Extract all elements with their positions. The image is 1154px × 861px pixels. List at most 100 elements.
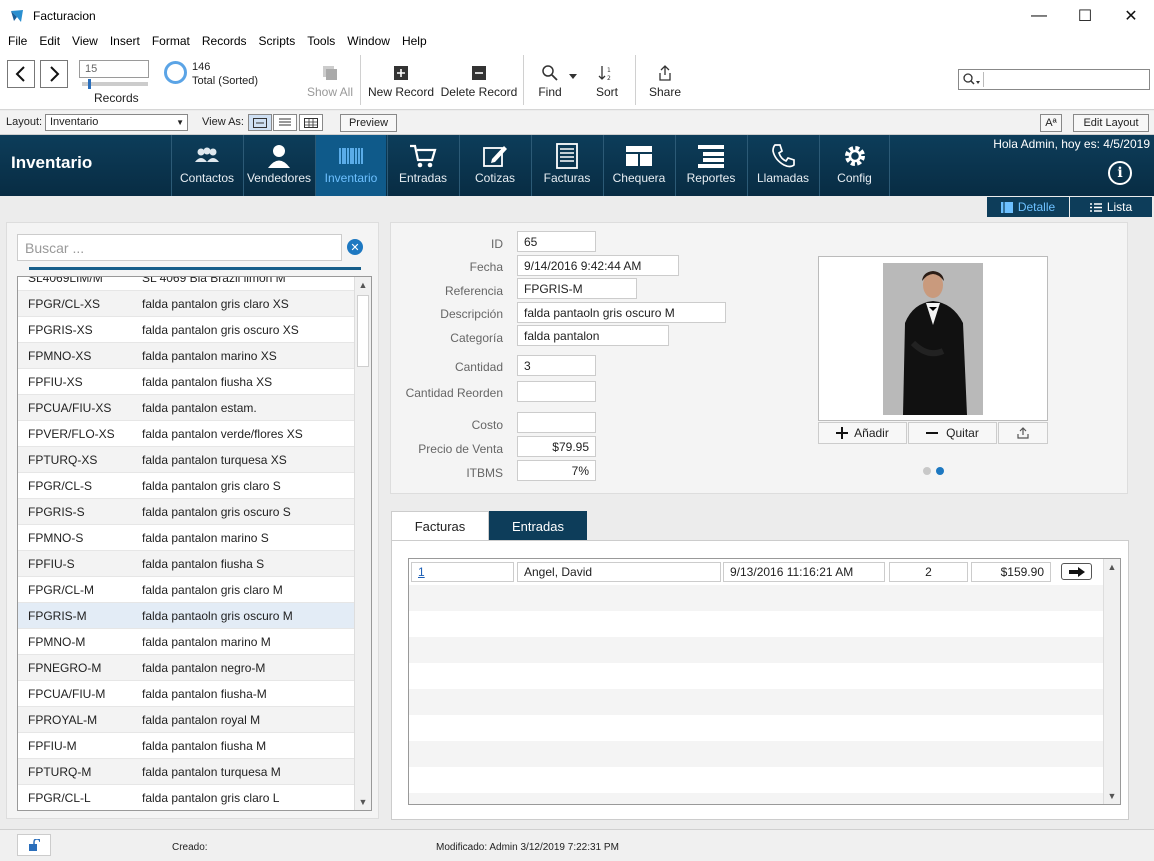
menu-records[interactable]: Records (196, 34, 253, 48)
add-photo-button[interactable]: Añadir (818, 422, 907, 444)
list-item[interactable]: FPGR/CL-S falda pantalon gris claro S (18, 473, 355, 499)
list-item[interactable]: FPCUA/FIU-XS falda pantalon estam. (18, 395, 355, 421)
tab-vendedores[interactable]: Vendedores (243, 135, 314, 196)
list-item[interactable]: FPFIU-M falda pantalon fiusha M (18, 733, 355, 759)
sort-button[interactable]: 12 Sort (590, 61, 624, 99)
slider-thumb[interactable] (88, 79, 91, 89)
list-item[interactable]: FPFIU-XS falda pantalon fiusha XS (18, 369, 355, 395)
list-item[interactable]: FPGR/CL-M falda pantalon gris claro M (18, 577, 355, 603)
scroll-down-icon[interactable]: ▼ (355, 794, 371, 810)
carousel-dot[interactable] (923, 467, 931, 475)
field-cantidad[interactable]: 3 (517, 355, 596, 376)
record-number-input[interactable]: 15 (79, 60, 149, 78)
tab-cotizas[interactable]: Cotizas (459, 135, 530, 196)
list-item[interactable]: FPGRIS-XS falda pantalon gris oscuro XS (18, 317, 355, 343)
maximize-button[interactable]: ☐ (1062, 0, 1108, 31)
field-cantidad-reorden[interactable] (517, 381, 596, 402)
menu-edit[interactable]: Edit (33, 34, 66, 48)
portal-scrollbar[interactable]: ▲ ▼ (1103, 559, 1120, 804)
layout-select[interactable]: Inventario ▼ (45, 114, 188, 131)
menu-insert[interactable]: Insert (104, 34, 146, 48)
view-as-list-button[interactable] (273, 114, 297, 131)
list-item[interactable]: FPMNO-S falda pantalon marino S (18, 525, 355, 551)
field-descripcion[interactable]: falda pantaoln gris oscuro M (517, 302, 726, 323)
export-photo-button[interactable] (998, 422, 1048, 444)
menu-help[interactable]: Help (396, 34, 433, 48)
lock-button[interactable] (17, 834, 51, 856)
list-item[interactable]: FPTURQ-M falda pantalon turquesa M (18, 759, 355, 785)
lista-toggle[interactable]: Lista (1070, 197, 1152, 217)
list-item[interactable]: FPCUA/FIU-M falda pantalon fiusha-M (18, 681, 355, 707)
menu-tools[interactable]: Tools (301, 34, 341, 48)
carousel-dot-active[interactable] (936, 467, 944, 475)
clear-search-icon[interactable]: ✕ (347, 239, 363, 255)
info-icon[interactable]: i (1108, 161, 1132, 185)
quick-find-input[interactable] (958, 69, 1150, 90)
tab-chequera[interactable]: Chequera (603, 135, 674, 196)
scroll-down-icon[interactable]: ▼ (1104, 788, 1120, 804)
next-record-button[interactable] (40, 60, 68, 88)
find-dropdown-arrow[interactable] (567, 69, 579, 83)
list-item[interactable]: FPTURQ-XS falda pantalon turquesa XS (18, 447, 355, 473)
list-item[interactable]: FPROYAL-M falda pantalon royal M (18, 707, 355, 733)
preview-button[interactable]: Preview (340, 114, 397, 132)
scroll-up-icon[interactable]: ▲ (1104, 559, 1120, 575)
share-button[interactable]: Share (646, 61, 684, 99)
edit-layout-button[interactable]: Edit Layout (1073, 114, 1149, 132)
menu-format[interactable]: Format (146, 34, 196, 48)
list-item[interactable]: FPGR/CL-L falda pantalon gris claro L (18, 785, 355, 810)
tab-inventario[interactable]: Inventario (315, 135, 386, 196)
tab-reportes[interactable]: Reportes (675, 135, 746, 196)
menu-view[interactable]: View (66, 34, 104, 48)
tab-facturas[interactable]: Facturas (531, 135, 602, 196)
field-costo[interactable] (517, 412, 596, 433)
list-item[interactable]: FPFIU-S falda pantalon fiusha S (18, 551, 355, 577)
label-cantidad-reorden: Cantidad Reorden (405, 386, 503, 400)
tab-entradas-related[interactable]: Entradas (489, 511, 587, 541)
minimize-button[interactable]: — (1016, 0, 1062, 31)
product-photo-frame[interactable] (818, 256, 1048, 421)
list-item[interactable]: FPGRIS-S falda pantalon gris oscuro S (18, 499, 355, 525)
list-item[interactable]: FPVER/FLO-XS falda pantalon verde/flores … (18, 421, 355, 447)
text-formatting-button[interactable]: Aª (1040, 114, 1062, 132)
search-icon[interactable] (962, 72, 984, 87)
record-slider[interactable] (82, 79, 148, 89)
previous-record-button[interactable] (7, 60, 35, 88)
list-item[interactable]: FPGR/CL-XS falda pantalon gris claro XS (18, 291, 355, 317)
search-input[interactable]: Buscar ... (17, 234, 342, 261)
menu-window[interactable]: Window (341, 34, 396, 48)
view-as-table-button[interactable] (299, 114, 323, 131)
portal-cell-num[interactable]: 1 (411, 562, 514, 582)
field-fecha[interactable]: 9/14/2016 9:42:44 AM (517, 255, 679, 276)
delete-record-button[interactable]: Delete Record (440, 61, 518, 99)
list-scrollbar[interactable]: ▲ ▼ (354, 277, 371, 810)
show-all-button[interactable]: Show All (306, 61, 354, 99)
view-as-form-button[interactable] (248, 114, 272, 131)
scroll-thumb[interactable] (357, 295, 369, 367)
field-precio[interactable]: $79.95 (517, 436, 596, 457)
tab-facturas-related[interactable]: Facturas (391, 511, 489, 541)
field-categoria[interactable]: falda pantalon (517, 325, 669, 346)
menu-file[interactable]: File (2, 34, 33, 48)
go-to-invoice-button[interactable] (1061, 563, 1092, 580)
list-item[interactable]: SL4069LIM/M SL 4069 Bla Brazil limon M (18, 277, 355, 291)
remove-photo-button[interactable]: Quitar (908, 422, 997, 444)
field-id[interactable]: 65 (517, 231, 596, 252)
detalle-toggle[interactable]: Detalle (987, 197, 1069, 217)
tab-config[interactable]: Config (819, 135, 890, 196)
tab-contactos[interactable]: Contactos (171, 135, 242, 196)
list-item[interactable]: FPNEGRO-M falda pantalon negro-M (18, 655, 355, 681)
field-itbms[interactable]: 7% (517, 460, 596, 481)
find-button[interactable]: Find (530, 61, 570, 99)
field-referencia[interactable]: FPGRIS-M (517, 278, 637, 299)
list-item[interactable]: FPGRIS-M falda pantaoln gris oscuro M (18, 603, 355, 629)
close-button[interactable]: ✕ (1108, 0, 1154, 31)
scroll-up-icon[interactable]: ▲ (355, 277, 371, 293)
list-item[interactable]: FPMNO-M falda pantalon marino M (18, 629, 355, 655)
tab-llamadas[interactable]: Llamadas (747, 135, 818, 196)
list-item[interactable]: FPMNO-XS falda pantalon marino XS (18, 343, 355, 369)
view-as-label: View As: (202, 116, 244, 128)
menu-scripts[interactable]: Scripts (253, 34, 302, 48)
new-record-button[interactable]: New Record (366, 61, 436, 99)
tab-entradas[interactable]: Entradas (387, 135, 458, 196)
